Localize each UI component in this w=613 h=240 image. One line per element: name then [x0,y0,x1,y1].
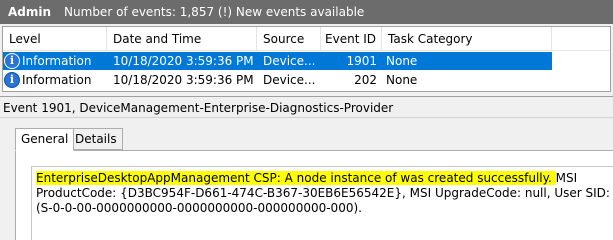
event-id: 1901 [346,54,377,68]
event-level: Information [22,54,92,68]
column-header-date-time[interactable]: Date and Time [107,27,257,51]
log-name: Admin [8,5,52,19]
information-icon: i [4,72,20,88]
event-detail-header: Event 1901, DeviceManagement-Enterprise-… [0,96,613,118]
event-source: Device... [263,73,316,87]
tab-details[interactable]: Details [69,128,123,150]
event-description[interactable]: EnterpriseDesktopAppManagement CSP: A no… [31,166,613,240]
event-log-titlebar: Admin Number of events: 1,857 (!) New ev… [0,0,613,24]
event-count-status: Number of events: 1,857 (!) New events a… [64,5,365,19]
general-tab-panel: EnterpriseDesktopAppManagement CSP: A no… [15,150,613,240]
event-row[interactable]: i Information 10/18/2020 3:59:36 PM Devi… [3,71,552,89]
event-task-category: None [386,73,418,87]
column-header-source[interactable]: Source [257,27,321,51]
events-list-header: Level Date and Time Source Event ID Task… [3,27,610,51]
event-id: 202 [354,73,377,87]
column-header-level[interactable]: Level [3,27,107,51]
column-header-task-category[interactable]: Task Category [382,27,552,51]
event-datetime: 10/18/2020 3:59:36 PM [113,73,254,87]
event-source: Device... [263,54,316,68]
event-level: Information [22,73,92,87]
tab-general[interactable]: General [15,128,75,151]
event-task-category: None [386,54,418,68]
information-icon: i [4,53,20,69]
description-highlighted-text: EnterpriseDesktopAppManagement CSP: A no… [36,171,556,185]
column-header-event-id[interactable]: Event ID [321,27,382,51]
event-datetime: 10/18/2020 3:59:36 PM [113,54,254,68]
event-row[interactable]: i Information 10/18/2020 3:59:36 PM Devi… [3,52,552,70]
events-list[interactable]: Level Date and Time Source Event ID Task… [2,26,611,92]
